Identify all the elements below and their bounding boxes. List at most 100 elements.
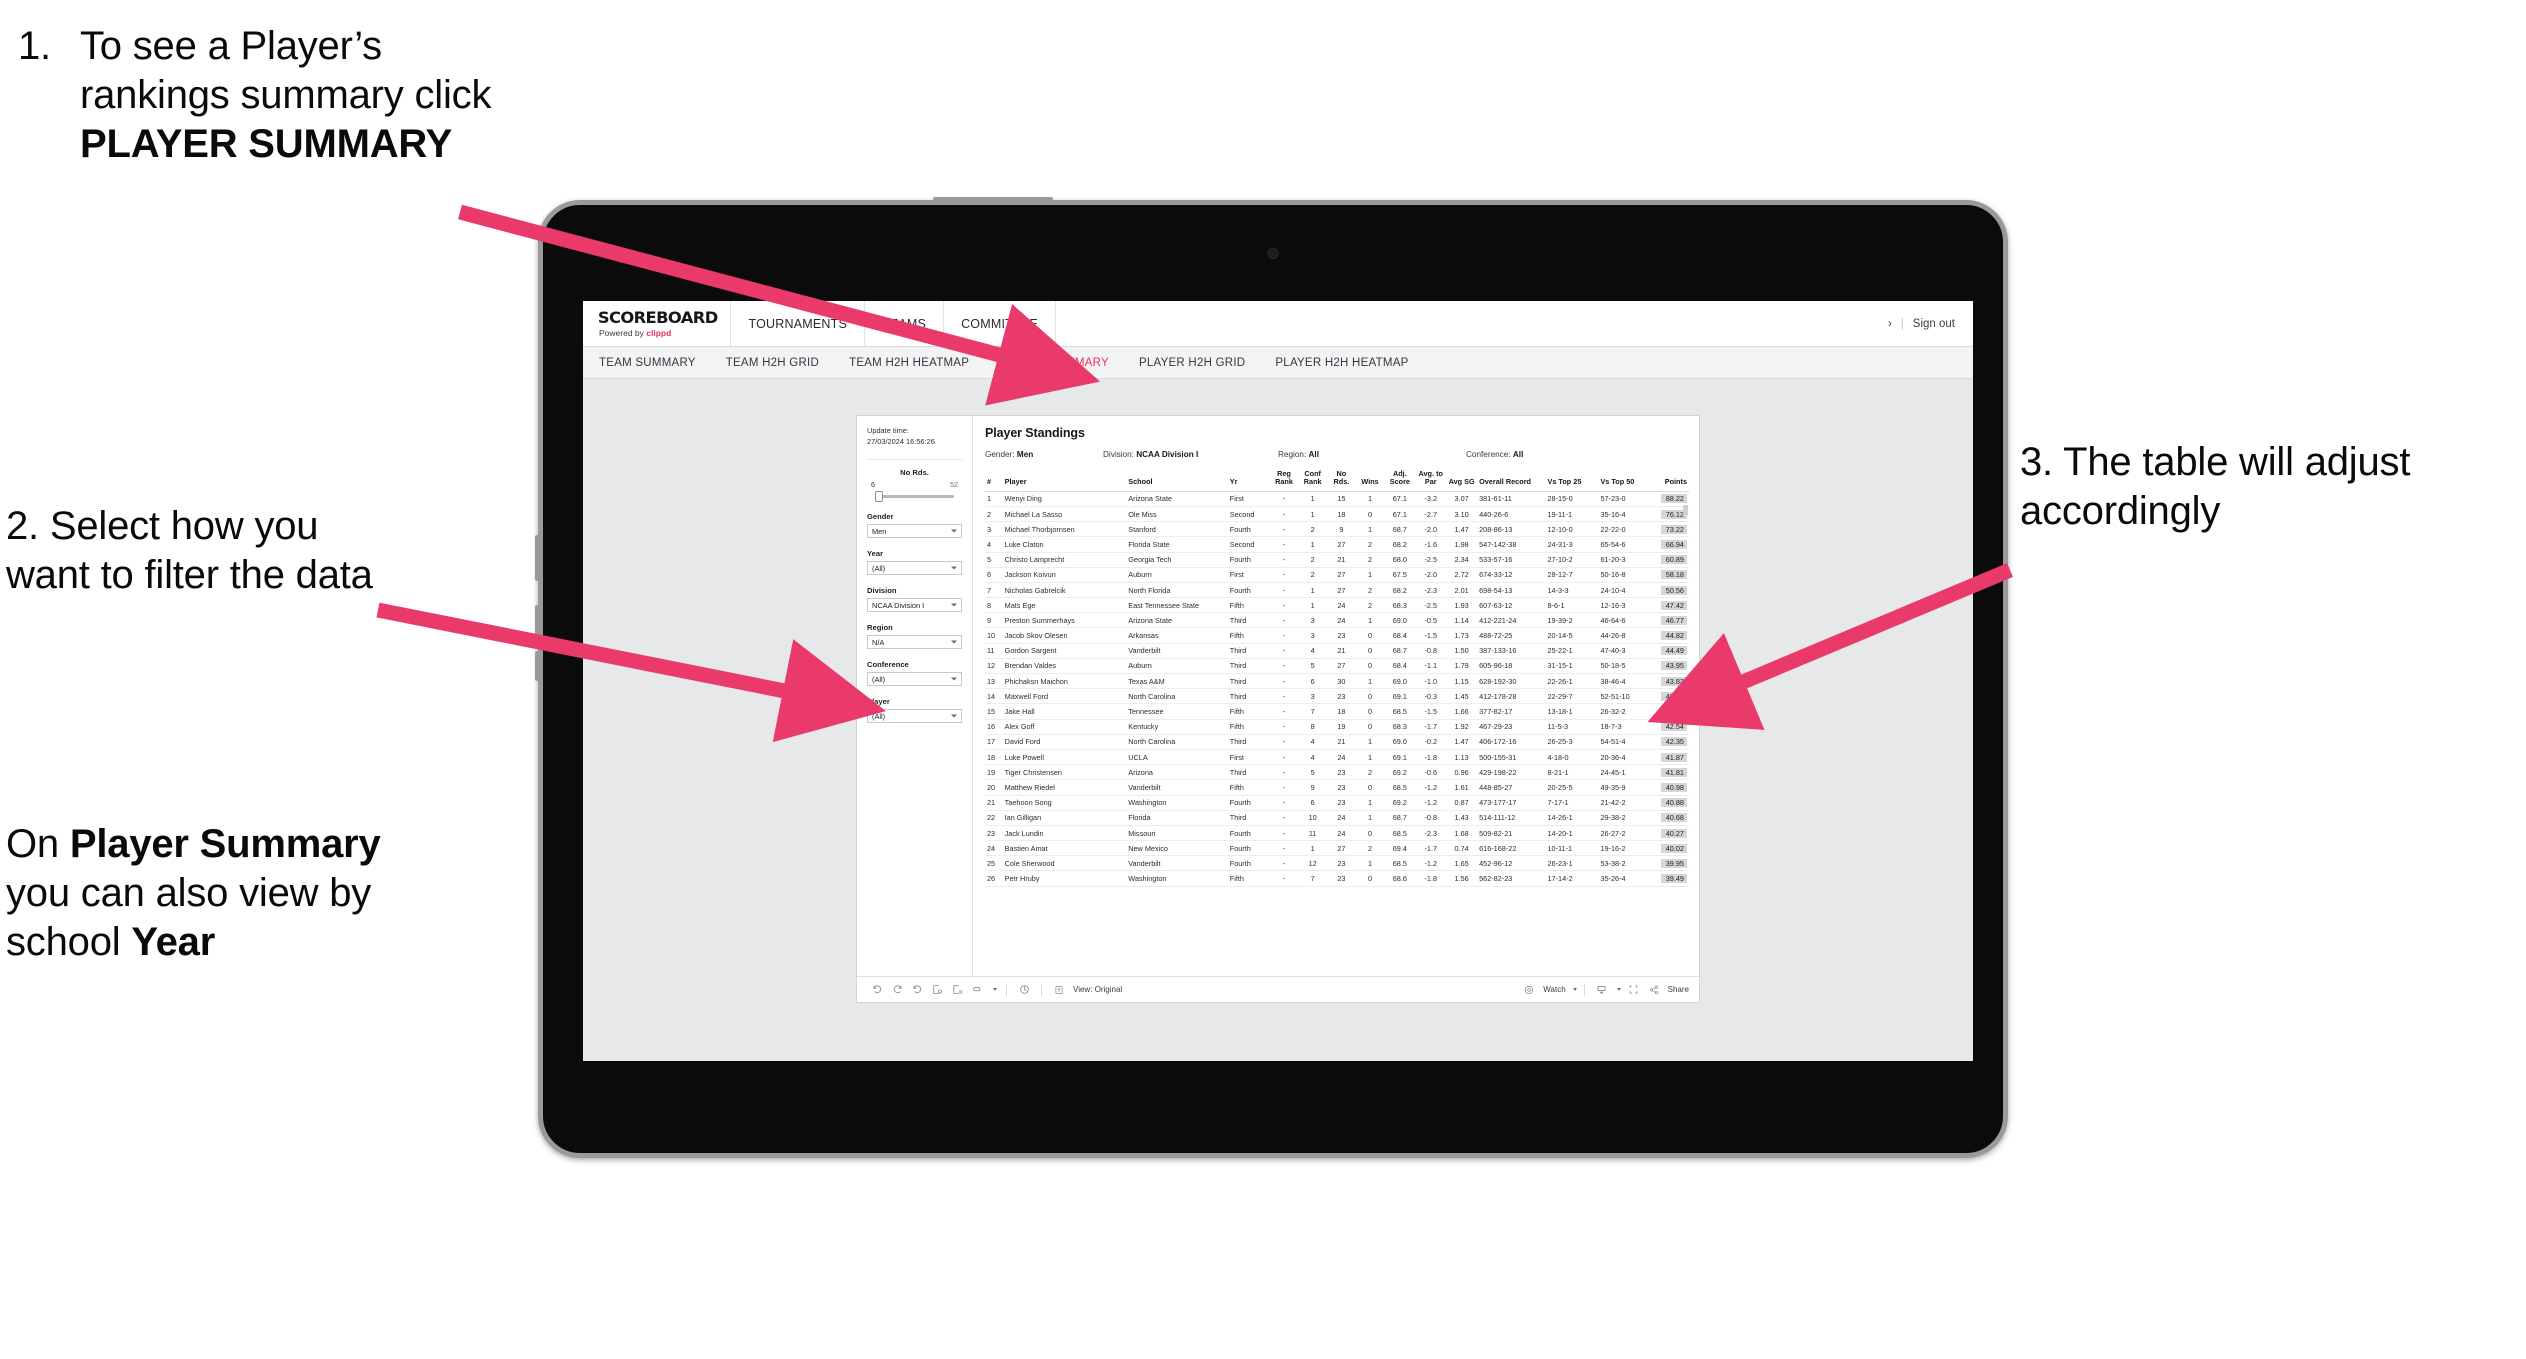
cell-wins: 0 [1355, 506, 1385, 523]
table-row[interactable]: 19 Tiger Christensen Arizona Third -5 23 2 69.2… [985, 764, 1689, 781]
slider-handle[interactable] [875, 491, 883, 503]
tab-team-h2h-heatmap[interactable]: TEAM H2H HEATMAP [849, 357, 985, 369]
download-icon[interactable] [1592, 980, 1612, 1000]
table-row[interactable]: 4 Luke Claton Florida State Second -1 27 2 68.2… [985, 536, 1689, 553]
table-row[interactable]: 1 Wenyi Ding Arizona State First -1 15 1 67.1 -3… [985, 491, 1689, 507]
cell-vs-top-50: 50-18-5 [1598, 658, 1652, 675]
summary-conference-label: Conference: [1466, 450, 1511, 459]
cell-school: Kentucky [1126, 719, 1228, 735]
custom-view-icon[interactable] [967, 980, 987, 1000]
table-row[interactable]: 6 Jackson Koivun Auburn First -2 27 1 67.5 -2.0 2… [985, 567, 1689, 583]
table-row[interactable]: 16 Alex Goff Kentucky Fifth -8 19 0 68.3 -1.7 1.9… [985, 719, 1689, 735]
pause-updates-icon[interactable] [947, 980, 967, 1000]
table-row[interactable]: 20 Matthew Riedel Vanderbilt Fifth -9 23 0 68.5… [985, 779, 1689, 796]
col-avg-sg[interactable]: Avg SG [1446, 470, 1478, 492]
tablet-device: SCOREBOARD Powered by clippd TOURNAMENTS… [535, 197, 2008, 1158]
table-row[interactable]: 9 Preston Summerhays Arizona State Third -3 2… [985, 612, 1689, 629]
table-row[interactable]: 24 Bastien Amat New Mexico Fourth -1 27 2 69.4-… [985, 840, 1689, 857]
table-row[interactable]: 12 Brendan Valdes Auburn Third -5 27 0 68.4 -1.1… [985, 658, 1689, 675]
tab-team-summary[interactable]: TEAM SUMMARY [599, 357, 712, 369]
col-school[interactable]: School [1126, 470, 1228, 492]
col-reg-rank[interactable]: Reg Rank [1269, 469, 1299, 492]
table-row[interactable]: 21 Taehoon Song Washington Fourth -6 23 1 69.2-… [985, 795, 1689, 811]
table-row[interactable]: 14 Maxwell Ford North Carolina Third -3 23 0 69… [985, 688, 1689, 705]
watch-button[interactable]: Watch [1519, 980, 1577, 1000]
sign-out-link[interactable]: Sign out [1913, 318, 1955, 330]
table-scrollbar[interactable] [1683, 505, 1688, 515]
table-row[interactable]: 11 Gordon Sargent Vanderbilt Third -4 21 0 68.7… [985, 643, 1689, 659]
table-row[interactable]: 15 Jake Hall Tennessee Fifth -7 18 0 68.5 -1.5 1.… [985, 703, 1689, 720]
fullscreen-icon[interactable] [1624, 980, 1644, 1000]
table-row[interactable]: 2 Michael La Sasso Ole Miss Second -1 18 0 67.1… [985, 506, 1689, 523]
filter-conference-select[interactable]: (All) [867, 672, 962, 687]
tab-player-h2h-grid[interactable]: PLAYER H2H GRID [1139, 357, 1261, 369]
filter-gender-select[interactable]: Men [867, 524, 962, 539]
download-caret-icon[interactable] [1612, 980, 1624, 1000]
table-row[interactable]: 8 Mats Ege East Tennessee State Fifth -1 24 2 6… [985, 597, 1689, 614]
col-yr[interactable]: Yr [1227, 470, 1270, 492]
table-row[interactable]: 25 Cole Sherwood Vanderbilt Fourth -12 23 1 68.… [985, 855, 1689, 872]
cell-adj-score: 68.7 [1384, 521, 1416, 538]
table-row[interactable]: 5 Christo Lamprecht Georgia Tech Fourth -2 21… [985, 552, 1689, 568]
brand-logo[interactable]: SCOREBOARD Powered by clippd [583, 301, 732, 346]
col-player[interactable]: Player [1002, 470, 1127, 492]
brand-subtitle: Powered by clippd [599, 329, 716, 338]
col-overall-record[interactable]: Overall Record [1477, 470, 1546, 492]
cell-avg-to-par: -2.0 [1415, 521, 1447, 538]
chevron-right-icon[interactable]: › [1888, 318, 1892, 330]
table-row[interactable]: 18 Luke Powell UCLA First -4 24 1 69.1 -1.8 1.13 5… [985, 749, 1689, 766]
cell-vs-top-50: 52-51-10 [1598, 688, 1652, 705]
cell-points: 58.18 [1651, 567, 1689, 583]
custom-view-caret-icon[interactable] [987, 980, 999, 1000]
cell-points: 42.55 [1651, 703, 1689, 720]
filter-year-select[interactable]: (All) [867, 561, 962, 576]
col-conf-rank[interactable]: Conf Rank [1298, 469, 1328, 492]
nav-tournaments[interactable]: TOURNAMENTS [731, 301, 865, 346]
table-row[interactable]: 7 Nicholas Gabrelcik North Florida Fourth -1… [985, 582, 1689, 599]
col-avg-to-par[interactable]: Avg. to Par [1415, 469, 1447, 492]
col-adj-score[interactable]: Adj. Score [1384, 469, 1416, 492]
table-row[interactable]: 3 Michael Thorbjornsen Stanford Fourth -2 9 1 6… [985, 521, 1689, 538]
view-original-button[interactable]: View: Original [1049, 980, 1122, 1000]
tab-player-h2h-heatmap[interactable]: PLAYER H2H HEATMAP [1275, 357, 1424, 369]
cell-vs-top-50: 35-26-4 [1598, 870, 1652, 887]
filter-player-select[interactable]: (All) [867, 709, 962, 724]
refresh-data-icon[interactable] [927, 980, 947, 1000]
col-no-rds[interactable]: No Rds. [1327, 469, 1356, 492]
cell-school: Arizona State [1126, 491, 1228, 507]
nav-committee[interactable]: COMMITTEE [944, 301, 1056, 346]
redo-icon[interactable] [887, 980, 907, 1000]
filter-region-select[interactable]: N/A [867, 635, 962, 650]
nav-teams[interactable]: TEAMS [865, 301, 945, 346]
cell-points: 44.82 [1651, 627, 1689, 644]
col-points[interactable]: Points [1651, 470, 1689, 492]
pause-auto-update-icon[interactable] [1014, 980, 1034, 1000]
col-wins[interactable]: Wins [1355, 470, 1385, 492]
col-vs-top-50[interactable]: Vs Top 50 [1598, 470, 1652, 492]
slider-track[interactable] [867, 491, 962, 503]
col-rank[interactable]: # [985, 470, 1003, 492]
cell-overall-record: 500-155-31 [1477, 749, 1546, 766]
cell-vs-top-50: 20-36-4 [1598, 749, 1652, 766]
undo-icon[interactable] [867, 980, 887, 1000]
tab-team-h2h-grid[interactable]: TEAM H2H GRID [726, 357, 835, 369]
filter-division-select[interactable]: NCAA Division I [867, 598, 962, 613]
revert-icon[interactable] [907, 980, 927, 1000]
table-row[interactable]: 13 Phichaksn Maichon Texas A&M Third -6 30 1 69… [985, 673, 1689, 690]
chevron-down-icon [951, 529, 957, 533]
table-row[interactable]: 26 Petr Hruby Washington Fifth -7 23 0 68.6 -1.8… [985, 870, 1689, 887]
cell-points: 42.54 [1651, 719, 1689, 735]
cell-no-rds: 27 [1327, 658, 1356, 675]
col-vs-top-25[interactable]: Vs Top 25 [1545, 470, 1599, 492]
table-row[interactable]: 23 Jack Lundin Missouri Fourth -11 24 0 68.5 -2.… [985, 825, 1689, 842]
slider-bar [877, 495, 954, 499]
cell-rank: 26 [985, 870, 1003, 887]
tab-player-summary[interactable]: PLAYER SUMMARY [999, 357, 1125, 369]
table-row[interactable]: 10 Jacob Skov Olesen Arkansas Fifth -3 23 0 68.… [985, 627, 1689, 644]
cell-player: Tiger Christensen [1002, 764, 1127, 781]
table-row[interactable]: 22 Ian Gilligan Florida Third -10 24 1 68.7 -0.8… [985, 810, 1689, 826]
share-button[interactable]: Share [1644, 980, 1689, 1000]
slider-max-value: 52 [950, 480, 958, 490]
cell-points: 40.27 [1651, 825, 1689, 842]
table-row[interactable]: 17 David Ford North Carolina Third -4 21 1 69.0… [985, 734, 1689, 750]
